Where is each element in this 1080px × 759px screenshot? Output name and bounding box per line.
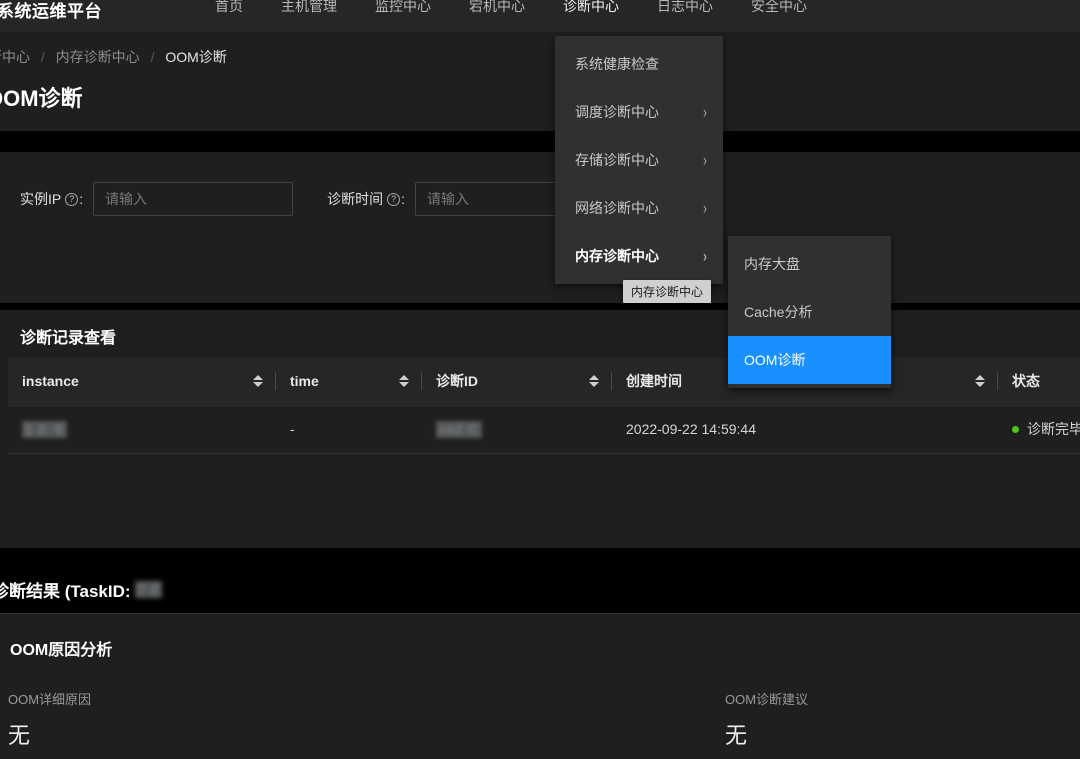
sort-icon-diagnosis-id[interactable] — [589, 375, 599, 388]
records-panel-title: 诊断记录查看 — [20, 330, 117, 347]
submenu-item-oom-diagnosis[interactable]: OOM诊断 — [728, 336, 891, 384]
diagnose-time-label-text: 诊断时间 — [327, 191, 384, 207]
cell-instance: 1 2. 5 — [8, 405, 276, 454]
menu-item-label: 存储诊断中心 — [575, 152, 659, 168]
breadcrumb-item-oom-diagnosis: OOM诊断 — [165, 49, 227, 65]
nav-item-security-center[interactable]: 安全中心 — [732, 0, 826, 16]
section-gap — [0, 131, 1080, 152]
nav-item-monitoring-center[interactable]: 监控中心 — [356, 0, 450, 16]
breadcrumb: 诊断中心 / 内存诊断中心 / OOM诊断 — [0, 47, 227, 67]
sort-icon-create-time[interactable] — [975, 375, 985, 388]
instance-ip-colon: : — [79, 191, 84, 207]
chevron-right-icon: › — [703, 198, 707, 218]
diagnosis-records-panel: 诊断记录查看 instance time 诊断ID 创建时间 状态 1 2. 5… — [0, 310, 1080, 548]
page-title: OOM诊断 — [0, 86, 83, 111]
section-gap — [0, 548, 1080, 565]
submenu-item-memory-dashboard[interactable]: 内存大盘 — [728, 240, 891, 288]
instance-ip-input[interactable] — [93, 182, 294, 216]
redacted-task-id: 7 Z — [134, 581, 163, 598]
diagnose-time-colon: : — [401, 191, 406, 207]
column-header-diagnosis-id-label: 诊断ID — [436, 373, 478, 390]
top-nav-items: 首页 主机管理 监控中心 宕机中心 诊断中心 日志中心 安全中心 — [196, 0, 826, 16]
menu-item-network-diagnosis-center[interactable]: 网络诊断中心 › — [555, 184, 723, 232]
submenu-item-label: OOM诊断 — [744, 352, 806, 368]
menu-item-label: 系统健康检查 — [575, 56, 659, 72]
oom-suggestion-value: 无 — [725, 723, 748, 748]
menu-item-system-health-check[interactable]: 系统健康检查 — [555, 40, 723, 88]
app-root: 系统运维平台 首页 主机管理 监控中心 宕机中心 诊断中心 日志中心 安全中心 … — [0, 0, 1080, 759]
oom-suggestion-label: OOM诊断建议 — [725, 692, 809, 707]
column-header-time[interactable]: time — [276, 358, 422, 406]
chevron-right-icon: › — [703, 102, 707, 122]
menu-item-scheduling-diagnosis-center[interactable]: 调度诊断中心 › — [555, 88, 723, 136]
cell-status: 诊断完毕 — [998, 405, 1080, 454]
breadcrumb-item-diagnosis-center[interactable]: 诊断中心 — [0, 49, 30, 65]
table-header-row: instance time 诊断ID 创建时间 状态 — [8, 358, 1080, 406]
oom-analysis-panel: OOM原因分析 OOM详细原因 无 OOM诊断建议 无 — [0, 613, 1080, 759]
cell-time: - — [276, 405, 422, 454]
table-row[interactable]: 1 2. 5 - cnZ C 2022-09-22 14:59:44 诊断完毕 — [8, 405, 1080, 454]
chevron-right-icon: › — [703, 246, 707, 266]
column-header-instance-label: instance — [22, 373, 79, 390]
section-gap — [0, 303, 1080, 310]
nav-item-downtime-center[interactable]: 宕机中心 — [450, 0, 544, 16]
memory-diagnosis-submenu: 内存大盘 Cache分析 OOM诊断 — [728, 236, 891, 388]
filter-panel: 实例IP ? : 诊断时间 ? : — [0, 152, 1080, 303]
instance-ip-label-text: 实例IP — [20, 191, 62, 207]
menu-item-label: 内存诊断中心 — [575, 248, 659, 264]
breadcrumb-separator: / — [40, 49, 45, 65]
top-navigation-bar: 系统运维平台 首页 主机管理 监控中心 宕机中心 诊断中心 日志中心 安全中心 — [0, 0, 1080, 32]
nav-item-host-management[interactable]: 主机管理 — [262, 0, 356, 16]
column-header-time-label: time — [290, 373, 319, 390]
oom-analysis-title: OOM原因分析 — [10, 642, 113, 659]
submenu-item-cache-analysis[interactable]: Cache分析 — [728, 288, 891, 336]
oom-detail-reason-label: OOM详细原因 — [8, 692, 92, 707]
nav-item-home[interactable]: 首页 — [196, 0, 262, 16]
instance-ip-field-group: 实例IP ? : — [20, 182, 294, 216]
oom-detail-reason-block: OOM详细原因 无 — [8, 689, 91, 750]
sort-icon-instance[interactable] — [253, 375, 263, 388]
oom-detail-reason-value: 无 — [8, 723, 31, 748]
breadcrumb-item-memory-diagnosis-center[interactable]: 内存诊断中心 — [56, 49, 140, 65]
menu-item-memory-diagnosis-center[interactable]: 内存诊断中心 › — [555, 232, 723, 280]
menu-item-label: 调度诊断中心 — [575, 104, 659, 120]
status-badge: 诊断完毕 — [1027, 421, 1080, 437]
submenu-item-label: Cache分析 — [744, 304, 813, 320]
diagnosis-result-band: 诊断结果 (TaskID: 7 Z — [0, 565, 1080, 612]
column-header-diagnosis-id[interactable]: 诊断ID — [422, 358, 612, 406]
column-header-status-label: 状态 — [1012, 373, 1040, 390]
diagnosis-result-title-text: 诊断结果 (TaskID: — [0, 582, 131, 601]
question-circle-icon[interactable]: ? — [65, 192, 79, 206]
redacted-diagnosis-id-value: cnZ C — [436, 420, 482, 438]
column-header-status: 状态 — [998, 358, 1080, 406]
menu-item-storage-diagnosis-center[interactable]: 存储诊断中心 › — [555, 136, 723, 184]
submenu-item-label: 内存大盘 — [744, 256, 800, 272]
column-header-create-time-label: 创建时间 — [626, 373, 682, 390]
menu-tooltip: 内存诊断中心 — [623, 280, 712, 303]
redacted-instance-value: 1 2. 5 — [22, 420, 67, 438]
diagnosis-result-title: 诊断结果 (TaskID: 7 Z — [0, 577, 163, 602]
cell-create-time: 2022-09-22 14:59:44 — [612, 405, 998, 454]
oom-suggestion-block: OOM诊断建议 无 — [725, 689, 808, 750]
table-body: 1 2. 5 - cnZ C 2022-09-22 14:59:44 诊断完毕 — [8, 405, 1080, 454]
page-header: 诊断中心 / 内存诊断中心 / OOM诊断 OOM诊断 — [0, 32, 1080, 131]
breadcrumb-separator: / — [150, 49, 155, 65]
diagnosis-records-table: instance time 诊断ID 创建时间 状态 1 2. 5 - cnZ … — [8, 358, 1080, 454]
chevron-right-icon: › — [703, 150, 707, 170]
question-circle-icon[interactable]: ? — [387, 192, 401, 206]
diagnosis-center-dropdown-menu: 系统健康检查 调度诊断中心 › 存储诊断中心 › 网络诊断中心 › 内存诊断中心… — [555, 36, 723, 284]
nav-item-diagnosis-center[interactable]: 诊断中心 — [544, 0, 638, 16]
app-brand-title: 系统运维平台 — [0, 2, 102, 21]
nav-item-log-center[interactable]: 日志中心 — [638, 0, 732, 16]
sort-icon-time[interactable] — [399, 375, 409, 388]
diagnose-time-label: 诊断时间 ? — [327, 189, 401, 209]
cell-diagnosis-id: cnZ C — [422, 405, 612, 454]
menu-item-label: 网络诊断中心 — [575, 200, 659, 216]
table-header: instance time 诊断ID 创建时间 状态 — [8, 358, 1080, 406]
column-header-instance[interactable]: instance — [8, 358, 276, 406]
instance-ip-label: 实例IP ? — [20, 189, 79, 209]
status-indicator-dot — [1012, 425, 1019, 433]
